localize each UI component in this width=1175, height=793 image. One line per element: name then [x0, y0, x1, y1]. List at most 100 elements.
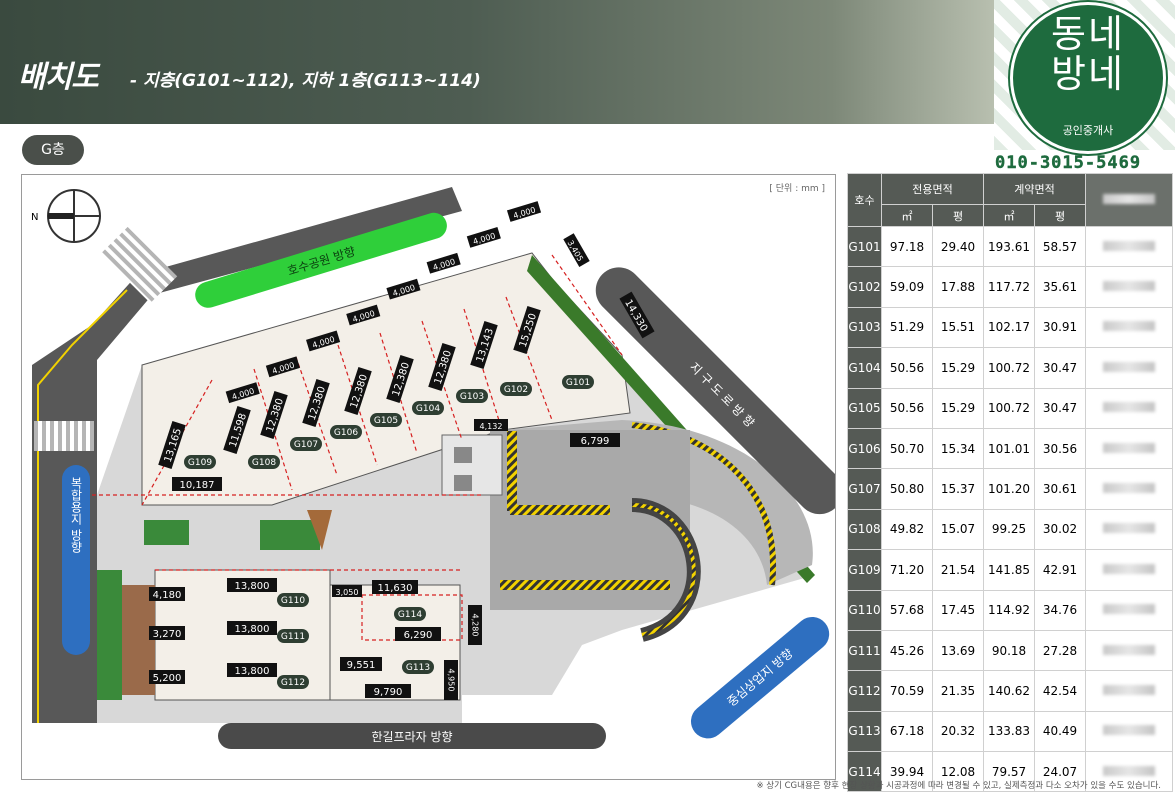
- cell-unit: G107: [847, 468, 882, 510]
- cell-ct_py: 30.47: [1034, 347, 1086, 389]
- table-row: G110 57.68 17.45 114.92 34.76: [847, 589, 1173, 631]
- cell-ex_m2: 45.26: [881, 629, 933, 672]
- cell-ct_m2: 100.72: [983, 347, 1035, 389]
- cell-ct_m2: 114.92: [983, 589, 1035, 631]
- cell-ct_py: 30.02: [1034, 508, 1086, 551]
- table-row: G113 67.18 20.32 133.83 40.49: [847, 710, 1173, 753]
- floor-tab[interactable]: G층: [22, 135, 84, 165]
- cell-ex_m2: 50.80: [881, 468, 933, 510]
- cell-ex_py: 21.35: [932, 670, 984, 712]
- cell-blurred: [1085, 710, 1173, 753]
- dim-6290: 6,290: [404, 630, 433, 641]
- cell-unit: G113: [847, 710, 882, 753]
- unit-g105: G105: [374, 416, 398, 426]
- cell-ct_m2: 101.01: [983, 427, 1035, 470]
- cell-ex_py: 29.40: [932, 225, 984, 268]
- cell-ct_m2: 102.17: [983, 306, 1035, 349]
- cell-ex_py: 17.45: [932, 589, 984, 631]
- dim-13800-b: 13,800: [235, 624, 270, 635]
- table-row: G107 50.80 15.37 101.20 30.61: [847, 468, 1173, 510]
- dim-13800-a: 13,800: [235, 581, 270, 592]
- dim-4950: 4,950: [447, 669, 456, 692]
- cell-unit: G104: [847, 347, 882, 389]
- hangil-plaza-label: 한길프라자 방향: [371, 730, 452, 744]
- cell-blurred: [1085, 629, 1173, 672]
- cell-ex_m2: 50.70: [881, 427, 933, 470]
- cell-ct_m2: 140.62: [983, 670, 1035, 712]
- unit-g106: G106: [334, 428, 358, 438]
- table-row: G111 45.26 13.69 90.18 27.28: [847, 629, 1173, 672]
- cell-unit: G110: [847, 589, 882, 631]
- cell-unit: G112: [847, 670, 882, 712]
- cell-ct_py: 40.49: [1034, 710, 1086, 753]
- table-row: G106 50.70 15.34 101.01 30.56: [847, 427, 1173, 470]
- cell-ex_m2: 57.68: [881, 589, 933, 631]
- cell-ex_m2: 51.29: [881, 306, 933, 349]
- site-plan: N 호수공원 방향 지 구 도 로 방 향 복합용지 방향 중심상업지 방향 한…: [31, 187, 835, 749]
- dim-3050: 3,050: [336, 588, 359, 597]
- unit-g103: G103: [460, 392, 484, 402]
- area-table-body: G101 97.18 29.40 193.61 58.57 G102 59.09 17.88 1…: [847, 225, 1173, 793]
- cell-ct_m2: 117.72: [983, 266, 1035, 308]
- dim-6799: 6,799: [581, 436, 610, 447]
- cell-ex_py: 15.29: [932, 347, 984, 389]
- cell-unit: G106: [847, 427, 882, 470]
- dim-13800-c: 13,800: [235, 666, 270, 677]
- dim-3270: 3,270: [153, 629, 182, 640]
- header-banner: [0, 0, 1040, 124]
- th-unit: 호수: [847, 173, 882, 227]
- th-ex-py: 평: [932, 204, 984, 227]
- table-row: G112 70.59 21.35 140.62 42.54: [847, 670, 1173, 712]
- dim-4132: 4,132: [480, 422, 503, 431]
- unit-g107: G107: [294, 440, 318, 450]
- cell-ct_py: 30.56: [1034, 427, 1086, 470]
- cell-ex_m2: 59.09: [881, 266, 933, 308]
- cell-ex_py: 20.32: [932, 710, 984, 753]
- cell-unit: G105: [847, 387, 882, 429]
- th-blurred: [1085, 173, 1173, 227]
- cell-ex_py: 15.37: [932, 468, 984, 510]
- cell-ct_m2: 90.18: [983, 629, 1035, 672]
- table-row: G109 71.20 21.54 141.85 42.91: [847, 549, 1173, 591]
- th-exclusive: 전용면적: [881, 173, 984, 205]
- unit-g101: G101: [566, 378, 590, 388]
- cell-ex_py: 13.69: [932, 629, 984, 672]
- logo-subtext: 공인중개사: [1062, 124, 1114, 137]
- dim-4180: 4,180: [153, 590, 182, 601]
- cell-ex_m2: 70.59: [881, 670, 933, 712]
- cell-ex_py: 15.34: [932, 427, 984, 470]
- crosswalk-north: [100, 226, 178, 304]
- cell-ct_py: 42.54: [1034, 670, 1086, 712]
- cell-ct_py: 30.61: [1034, 468, 1086, 510]
- unit-g102: G102: [504, 385, 528, 395]
- unit-g113: G113: [406, 663, 430, 673]
- page-title: 배치도: [18, 60, 99, 95]
- cell-blurred: [1085, 549, 1173, 591]
- cell-blurred: [1085, 508, 1173, 551]
- th-ct-m2: ㎡: [983, 204, 1035, 227]
- cell-blurred: [1085, 589, 1173, 631]
- table-row: G101 97.18 29.40 193.61 58.57: [847, 225, 1173, 268]
- dim-9790: 9,790: [374, 687, 403, 698]
- cell-ct_py: 58.57: [1034, 225, 1086, 268]
- cell-unit: G108: [847, 508, 882, 551]
- cell-ct_py: 30.47: [1034, 387, 1086, 429]
- table-row: G103 51.29 15.51 102.17 30.91: [847, 306, 1173, 349]
- dim-11630: 11,630: [378, 583, 413, 594]
- unit-g110: G110: [281, 596, 305, 606]
- cell-unit: G109: [847, 549, 882, 591]
- cell-ct_py: 42.91: [1034, 549, 1086, 591]
- unit-g111: G111: [281, 632, 305, 642]
- cell-unit: G111: [847, 629, 882, 672]
- cell-ex_py: 15.51: [932, 306, 984, 349]
- dim-5200: 5,200: [153, 673, 182, 684]
- th-ct-py: 평: [1034, 204, 1086, 227]
- cell-ct_m2: 100.72: [983, 387, 1035, 429]
- cell-unit: G101: [847, 225, 882, 268]
- cell-ct_m2: 193.61: [983, 225, 1035, 268]
- cell-ct_py: 27.28: [1034, 629, 1086, 672]
- cell-unit: G103: [847, 306, 882, 349]
- table-row: G108 49.82 15.07 99.25 30.02: [847, 508, 1173, 551]
- cell-ex_py: 15.29: [932, 387, 984, 429]
- dim-10187: 10,187: [180, 480, 215, 491]
